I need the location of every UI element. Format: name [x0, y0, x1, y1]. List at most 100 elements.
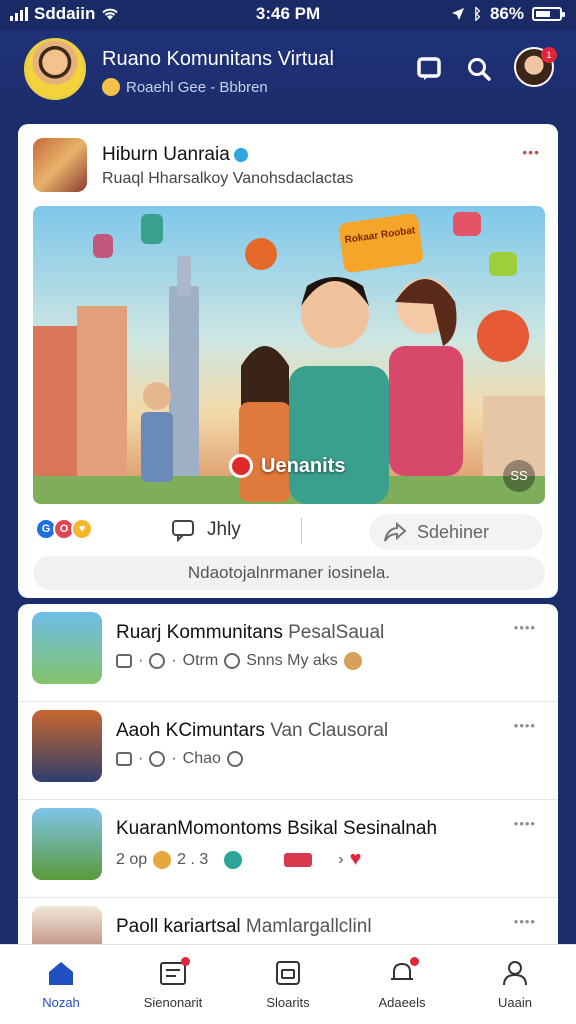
nav-badge [410, 957, 419, 966]
nav-shorts[interactable]: Sloarits [233, 959, 343, 1010]
bell-icon [387, 957, 419, 987]
battery-percent: 86% [489, 4, 524, 23]
nav-shorts-label: Sloarits [266, 995, 310, 1010]
subtitle-text: Roaehl Gee - Bbbren [126, 78, 268, 96]
image-caption-text: Uenanits [261, 454, 346, 477]
notification-badge: 1 [541, 47, 557, 63]
clock-icon [149, 653, 166, 669]
chat-icon [417, 57, 441, 80]
feed-item[interactable]: KuaranMomontoms Bsikal Sesinalnah 2 op 2… [18, 800, 558, 898]
home-icon [46, 959, 76, 987]
nav-community-label: Sienonarit [143, 995, 203, 1010]
divider [301, 518, 302, 544]
feed-title-text: Aaoh KCimuntars [116, 720, 265, 741]
battery-icon [532, 7, 565, 21]
feed-title-extra: Mamlargallclinl [245, 916, 372, 937]
bottom-nav: Nozah Sienonarit Sloarits Adaeels Uaain [0, 944, 576, 1024]
share-button[interactable]: Sdehiner [369, 514, 543, 550]
image-caption: Uenanits [229, 454, 345, 478]
post-author-avatar[interactable] [33, 138, 87, 192]
feed-more-button[interactable]: •••• [514, 718, 536, 733]
group-icon [116, 752, 132, 766]
like-label: Jhly [207, 519, 241, 540]
feed-meta-text-2: Snns My aks [246, 652, 338, 669]
dot-separator: · [171, 750, 177, 767]
user-icon [500, 959, 530, 987]
page-subtitle: Roaehl Gee - Bbbren [102, 78, 268, 96]
feed-title-text: Ruarj Kommunitans [116, 622, 283, 643]
search-button[interactable] [462, 52, 496, 86]
media-corner-button[interactable]: SS [503, 460, 535, 492]
bluetooth-icon: ᛒ [472, 5, 482, 23]
time-icon [226, 751, 243, 767]
post-author-name: Hiburn Uanraia [102, 144, 230, 165]
feed-title-extra: PesalSaual [288, 622, 385, 643]
reaction-summary[interactable]: G O ♥ [35, 518, 93, 540]
dot-separator: · [138, 750, 144, 767]
reactions-row: G O ♥ Jhly Sdehiner [33, 514, 545, 552]
post-author[interactable]: Hiburn Uanraia [102, 144, 248, 166]
status-bar: Sddaiin 3:46 PM ᛒ 86% [0, 0, 576, 30]
feed-item[interactable]: Ruarj Kommunitans PesalSaual · · Otrm Sn… [18, 604, 558, 702]
feed-meta: 2 op 2 . 3 › ♥ [116, 848, 361, 871]
nav-home-label: Nozah [42, 995, 80, 1010]
group-icon [116, 654, 132, 668]
truck-icon [284, 852, 313, 867]
nav-profile-label: Uaain [498, 995, 532, 1010]
feed-title-text: Paoll kariartsal [116, 916, 241, 937]
share-icon [384, 521, 407, 542]
feed-item[interactable]: Paoll kariartsal Mamlargallclinl •••• [18, 898, 558, 944]
feed-title: KuaranMomontoms Bsikal Sesinalnah [116, 818, 437, 840]
emoji-icon [102, 78, 120, 96]
clock-icon [149, 751, 166, 767]
feed-meta: · · Otrm Snns My aks [116, 652, 362, 670]
chat-button[interactable] [412, 52, 446, 86]
feed-title-extra: Van Clausoral [270, 720, 389, 741]
nav-home[interactable]: Nozah [6, 959, 116, 1010]
emoji-icon [153, 850, 172, 869]
nav-profile[interactable]: Uaain [460, 959, 570, 1010]
video-icon [273, 959, 303, 987]
post-card: Hiburn Uanraia Ruaql Hharsalkoy Vanohsda… [18, 124, 558, 598]
haha-reaction-icon: ♥ [71, 518, 93, 540]
feed-meta-text: Otrm [182, 652, 219, 669]
comment-input[interactable]: Ndaotojalnrmaner iosinela. [33, 556, 545, 590]
nav-community[interactable]: Sienonarit [118, 957, 228, 1010]
nav-badge [181, 957, 190, 966]
like-button[interactable]: Jhly [171, 518, 241, 542]
feed-thumbnail [32, 906, 102, 944]
post-subtitle: Ruaql Hharsalkoy Vanohsdaclactas [102, 170, 354, 187]
feed-title: Aaoh KCimuntars Van Clausoral [116, 720, 388, 742]
feed-thumbnail [32, 612, 102, 684]
nav-alerts-label: Adaeels [378, 995, 426, 1010]
feed-more-button[interactable]: •••• [514, 620, 536, 635]
feed-thumbnail [32, 710, 102, 782]
post-image[interactable]: Rokaar Roobat Uenanits SS [33, 206, 545, 504]
feed-list: Ruarj Kommunitans PesalSaual · · Otrm Sn… [18, 604, 558, 944]
feed-title-text: KuaranMomontoms [116, 818, 282, 839]
dot-separator: · [138, 652, 144, 669]
feed-meta-text-2: 2 . 3 [177, 850, 209, 868]
app-header: Ruano Komunitans Virtual Roaehl Gee - Bb… [0, 30, 576, 116]
verified-icon [233, 148, 248, 162]
feed-item[interactable]: Aaoh KCimuntars Van Clausoral · · Chao •… [18, 702, 558, 800]
page-title: Ruano Komunitans Virtual [102, 48, 334, 70]
community-avatar[interactable] [24, 38, 86, 100]
feed-more-button[interactable]: •••• [514, 816, 536, 831]
feed-more-button[interactable]: •••• [514, 914, 536, 929]
heart-icon: ♥ [349, 848, 362, 870]
feed-meta-text: Chao [182, 750, 221, 767]
record-icon [229, 454, 253, 478]
message-icon [224, 653, 241, 669]
dot-separator: · [171, 652, 177, 669]
feed-meta: · · Chao [116, 750, 243, 768]
feed-thumbnail [32, 808, 102, 880]
post-more-button[interactable]: ••• [522, 144, 540, 160]
chevron-right-icon: › [338, 850, 344, 868]
feed-title: Ruarj Kommunitans PesalSaual [116, 622, 384, 644]
share-label: Sdehiner [417, 521, 490, 542]
nav-alerts[interactable]: Adaeels [347, 957, 457, 1010]
feed-title-extra: Bsikal Sesinalnah [287, 818, 438, 839]
globe-icon [224, 850, 243, 869]
search-icon [468, 58, 491, 81]
